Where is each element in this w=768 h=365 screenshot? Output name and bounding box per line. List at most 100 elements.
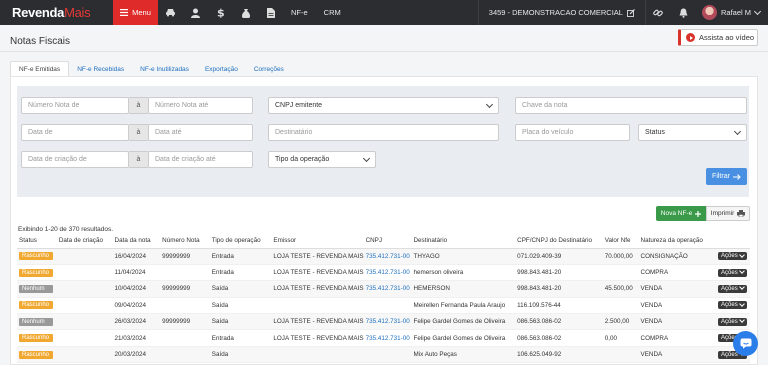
- cnpj-link[interactable]: 735.412.731-00: [363, 313, 412, 331]
- col-destinatario[interactable]: Destinatário: [411, 234, 516, 249]
- col-natureza-operacao[interactable]: Natureza da operação: [638, 234, 717, 249]
- filter-button-label: Filtrar: [712, 173, 730, 180]
- numero-nota-ate-input[interactable]: Número Nota até: [148, 97, 253, 114]
- emissor-cell: LOJA TESTE - REVENDA MAIS: [271, 280, 364, 298]
- acoes-cell: Ações: [716, 297, 750, 315]
- data-ate-input[interactable]: Data até: [148, 124, 253, 141]
- watch-video-button[interactable]: Assista ao vídeo: [678, 29, 758, 46]
- data-criacao-de-input[interactable]: Data de criação de: [21, 151, 129, 168]
- table-row[interactable]: Nenhum 10/04/2024 99999999 Saída LOJA TE…: [17, 280, 750, 298]
- chat-button[interactable]: [733, 331, 758, 356]
- destinatario-cell: THYAGO: [411, 248, 516, 265]
- cnpj-link[interactable]: [363, 297, 412, 315]
- actions-dropdown-button[interactable]: Ações: [718, 284, 747, 293]
- user-menu[interactable]: Rafael M: [696, 5, 768, 20]
- document-icon[interactable]: [258, 0, 283, 25]
- cnpj-emitente-select[interactable]: CNPJ emitente: [268, 97, 499, 114]
- acoes-cell: Ações: [716, 248, 750, 265]
- col-tipo-operacao[interactable]: Tipo de operação: [209, 234, 272, 249]
- brand-logo[interactable]: Revenda Mais: [0, 0, 113, 25]
- actions-dropdown-button[interactable]: Ações: [718, 251, 747, 261]
- tab-exportacao[interactable]: Exportação: [197, 61, 246, 77]
- cnpj-link[interactable]: 735.412.731-00: [363, 248, 412, 265]
- tabs: NF-e Emitidas NF-e Recebidas NF-e Inutil…: [10, 61, 292, 77]
- table-row[interactable]: Rascunho 20/03/2024 Saída Mix Auto Peças…: [17, 346, 750, 364]
- actions-dropdown-button[interactable]: Ações: [718, 268, 747, 277]
- table-row[interactable]: Rascunho 16/04/2024 99999999 Entrada LOJ…: [17, 248, 750, 265]
- cnpj-link[interactable]: 735.412.731-00: [363, 329, 412, 347]
- destinatario-cell: Felipe Gardel Gomes de Oliveira: [411, 329, 516, 347]
- data-de-input[interactable]: Data de: [21, 124, 129, 141]
- placa-veiculo-input[interactable]: Placa do veículo: [515, 124, 630, 141]
- tab-correcoes[interactable]: Correções: [246, 61, 292, 77]
- cpf-cnpj-cell: 998.843.481-20: [515, 280, 603, 298]
- data-criacao-ate-input[interactable]: Data de criação até: [148, 151, 253, 168]
- tab-nfe-inutilizadas[interactable]: NF-e Inutilizadas: [132, 61, 197, 77]
- table-row[interactable]: Rascunho 21/03/2024 Entrada LOJA TESTE -…: [17, 329, 750, 347]
- brand-name: Revenda: [12, 5, 65, 20]
- data-criacao-cell: [56, 264, 113, 282]
- table-row[interactable]: Rascunho 09/04/2024 Saída Meirellen Fern…: [17, 297, 750, 315]
- tab-nfe-emitidas[interactable]: NF-e Emitidas: [10, 61, 70, 77]
- valor-cell: 70.000,00: [602, 248, 639, 265]
- cash-bag-icon[interactable]: [233, 0, 258, 25]
- hamburger-icon: [120, 9, 129, 16]
- cnpj-link[interactable]: 735.412.731-00: [363, 280, 412, 298]
- col-emissor[interactable]: Emissor: [271, 234, 364, 249]
- car-icon[interactable]: [158, 0, 183, 25]
- new-nfe-button[interactable]: Nova NF-e: [656, 206, 706, 221]
- tipo-operacao-cell: Saída: [209, 280, 272, 298]
- dollar-icon[interactable]: $: [208, 0, 233, 25]
- tipo-operacao-select[interactable]: Tipo da operação: [268, 151, 376, 168]
- cpf-cnpj-cell: 998.843.481-20: [515, 264, 603, 282]
- cnpj-link[interactable]: [363, 346, 412, 364]
- table-row[interactable]: Rascunho 11/04/2024 Entrada LOJA TESTE -…: [17, 264, 750, 282]
- user-icon[interactable]: [183, 0, 208, 25]
- menu-button[interactable]: Menu: [113, 0, 158, 25]
- chave-nota-input[interactable]: Chave da nota: [515, 97, 747, 114]
- col-status[interactable]: Status: [17, 234, 57, 249]
- valor-cell: 45.500,00: [602, 280, 639, 298]
- chevron-down-icon: [738, 317, 745, 324]
- emissor-cell: LOJA TESTE - REVENDA MAIS: [271, 248, 364, 265]
- nav-crm[interactable]: CRM: [316, 0, 349, 25]
- numero-nota-cell: 99999999: [160, 248, 210, 265]
- actions-dropdown-button[interactable]: Ações: [718, 317, 747, 326]
- cnpj-link[interactable]: 735.412.731-00: [363, 264, 412, 282]
- tab-nfe-recebidas[interactable]: NF-e Recebidas: [69, 61, 132, 77]
- actions-label: Ações: [721, 318, 738, 325]
- company-selector[interactable]: 3459 - DEMONSTRACAO COMERCIAL: [477, 0, 646, 25]
- avatar: [701, 5, 717, 20]
- cpf-cnpj-cell: 086.563.086-02: [515, 329, 603, 347]
- play-icon: [686, 33, 695, 42]
- nav-nfe[interactable]: NF-e: [283, 0, 316, 25]
- cnpj-select-label: CNPJ emitente: [275, 102, 323, 109]
- bell-icon[interactable]: [671, 0, 696, 25]
- actions-label: Ações: [721, 302, 738, 309]
- data-nota-cell: 21/03/2024: [112, 329, 161, 347]
- numero-nota-de-input[interactable]: Número Nota de: [21, 97, 129, 114]
- tipo-operacao-cell: Entrada: [209, 248, 272, 265]
- status-select[interactable]: Status: [638, 124, 747, 141]
- link-icon[interactable]: [646, 0, 671, 25]
- filter-button[interactable]: Filtrar: [706, 168, 747, 185]
- chevron-down-icon: [738, 284, 745, 291]
- col-numero-nota[interactable]: Número Nota: [160, 234, 210, 249]
- range-separator: à: [129, 151, 148, 168]
- status-select-label: Status: [645, 129, 665, 136]
- destinatario-cell: Felipe Gardel Gomes de Oliveira: [411, 313, 516, 331]
- print-button[interactable]: Imprimir: [706, 206, 750, 221]
- table-row[interactable]: Nenhum 26/03/2024 99999999 Saída LOJA TE…: [17, 313, 750, 331]
- col-data-criacao[interactable]: Data de criação: [56, 234, 113, 249]
- data-criacao-cell: [56, 329, 113, 347]
- actions-dropdown-button[interactable]: Ações: [718, 301, 747, 310]
- col-cnpj[interactable]: CNPJ: [363, 234, 412, 249]
- actions-label: Ações: [721, 351, 738, 358]
- chevron-down-icon: [738, 301, 745, 307]
- destinatario-input[interactable]: Destinatário: [268, 124, 499, 141]
- numero-nota-cell: [160, 264, 210, 282]
- destinatario-cell: Mix Auto Peças: [411, 346, 516, 364]
- col-valor-nfe[interactable]: Valor Nfe: [602, 234, 639, 249]
- col-cpf-cnpj-destinatario[interactable]: CPF/CNPJ do Destinatário: [515, 234, 603, 249]
- col-data-nota[interactable]: Data da nota: [112, 234, 161, 249]
